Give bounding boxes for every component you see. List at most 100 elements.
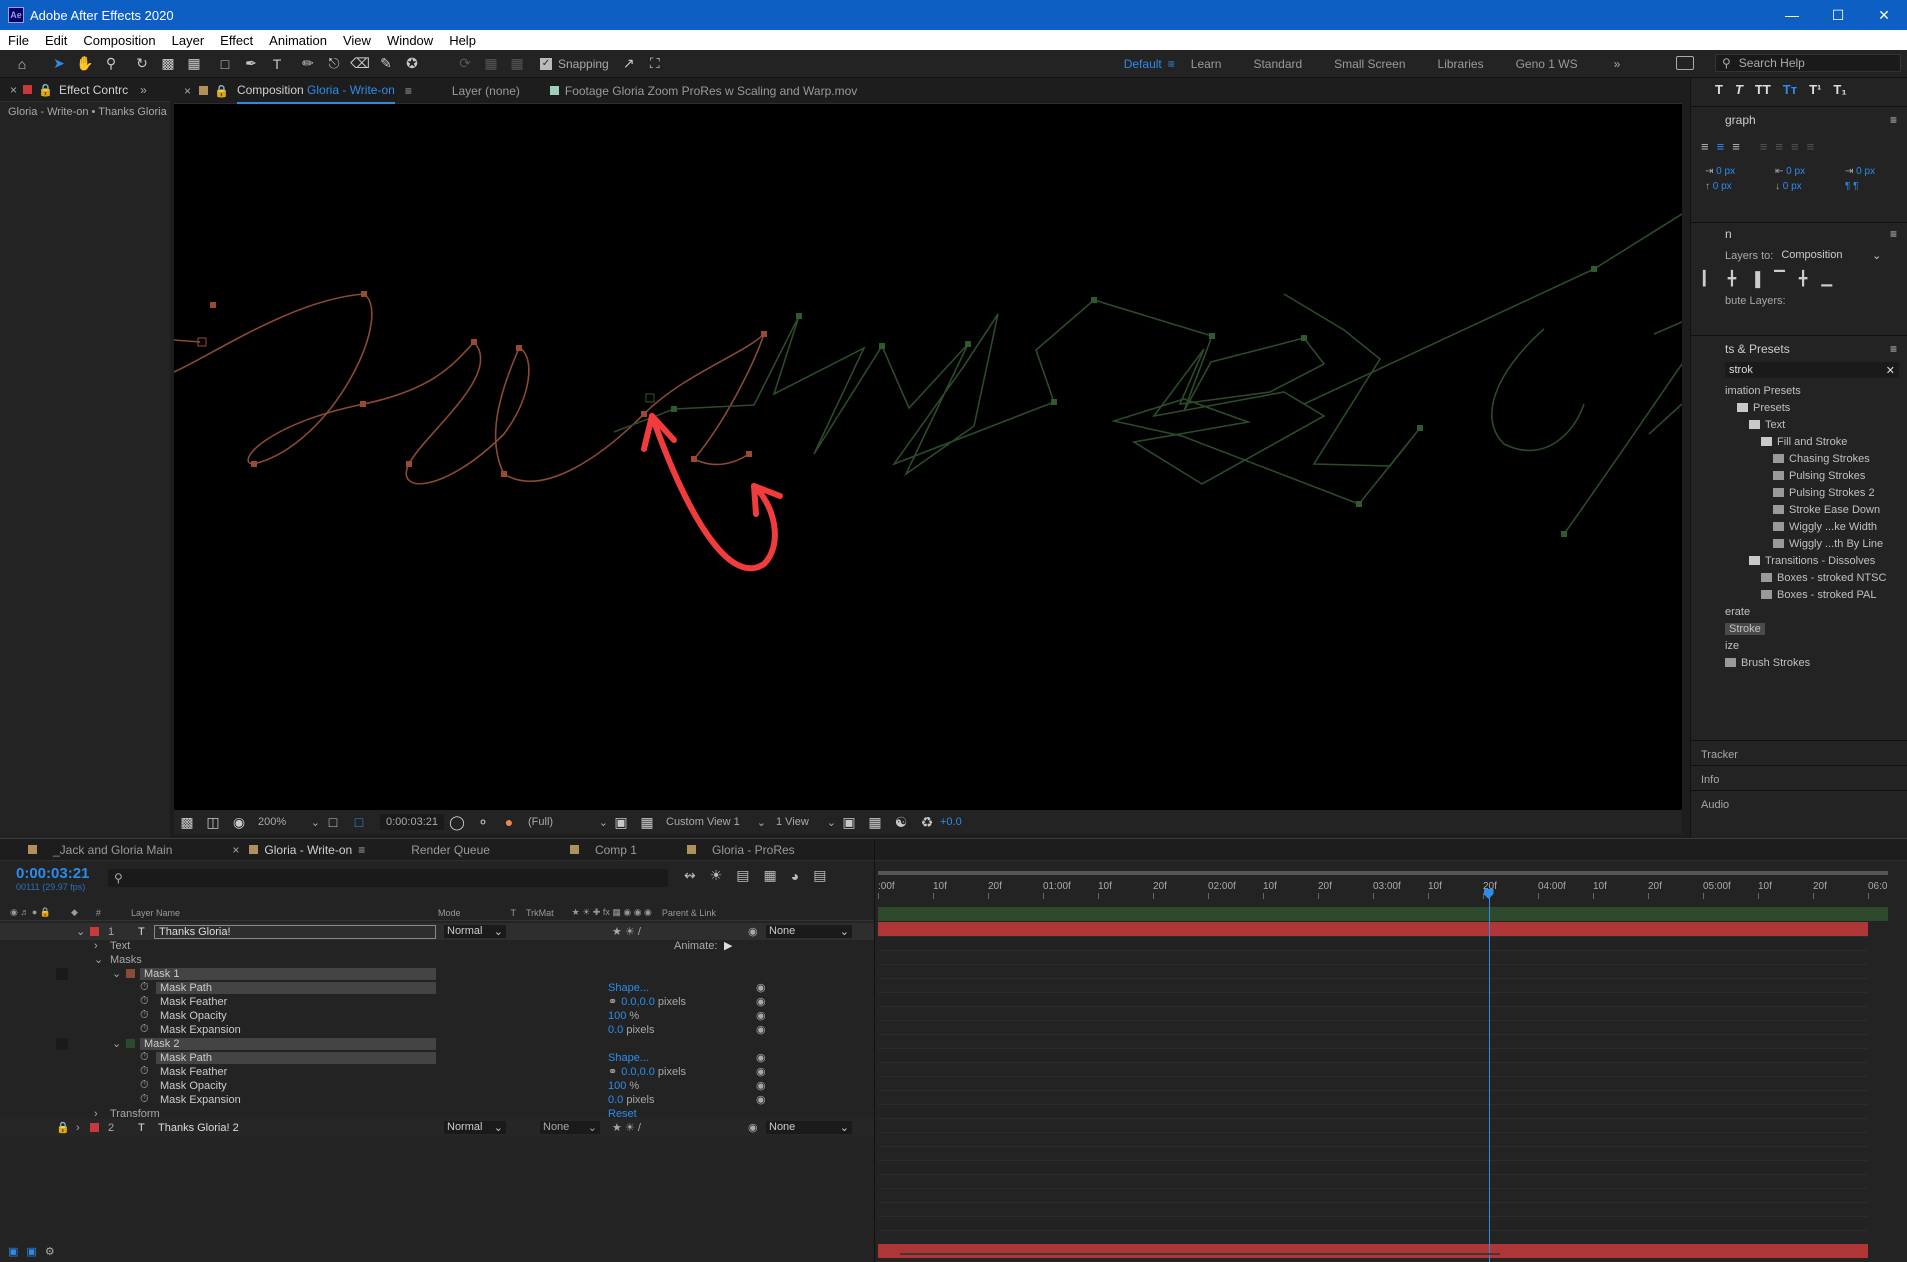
menu-edit[interactable]: Edit bbox=[37, 33, 75, 48]
subscript-icon[interactable]: T₁ bbox=[1833, 82, 1846, 97]
mask-visibility-box[interactable] bbox=[56, 967, 68, 980]
flowchart-icon[interactable]: ☯ bbox=[891, 812, 911, 832]
lock-icon[interactable]: 🔒 bbox=[38, 83, 53, 97]
lock-icon[interactable]: 🔒 bbox=[56, 1121, 70, 1134]
zoom-slider[interactable] bbox=[900, 1253, 1500, 1255]
selection-tool-icon[interactable]: ➤ bbox=[49, 54, 69, 74]
tab-effect-controls[interactable]: Effect Contrc bbox=[59, 78, 128, 102]
tab-render-queue[interactable]: Render Queue bbox=[401, 838, 500, 862]
mask-visibility-icon[interactable]: ◉ bbox=[229, 812, 249, 832]
tab-footage[interactable]: Footage Gloria Zoom ProRes w Scaling and… bbox=[565, 79, 857, 103]
layer-2-duration-bar[interactable] bbox=[878, 1244, 1868, 1258]
mask-property-label[interactable]: Mask Feather bbox=[156, 1066, 436, 1078]
preset-tree-item[interactable]: Chasing Strokes bbox=[1725, 450, 1907, 467]
maximize-icon[interactable]: ☐ bbox=[1815, 7, 1861, 24]
mask-property-label[interactable]: Mask Feather bbox=[156, 996, 436, 1008]
workspace-small-screen[interactable]: Small Screen bbox=[1334, 57, 1405, 71]
preset-tree-item[interactable]: Presets bbox=[1725, 399, 1907, 416]
show-snapshot-icon[interactable]: ⚬ bbox=[473, 812, 493, 832]
clone-stamp-tool-icon[interactable]: ⎋ bbox=[324, 54, 344, 74]
view-axis-icon[interactable]: ▦ bbox=[507, 54, 527, 74]
preset-tree-item[interactable]: Brush Strokes bbox=[1725, 654, 1907, 671]
puppet-pin-tool-icon[interactable]: ✪ bbox=[402, 54, 422, 74]
draft-3d-icon[interactable]: ▦ bbox=[865, 812, 885, 832]
preset-tree-item[interactable]: Boxes - stroked PAL bbox=[1725, 586, 1907, 603]
mask-paths-canvas[interactable] bbox=[174, 104, 1682, 810]
snapshot-icon[interactable]: ◯ bbox=[447, 812, 467, 832]
align-left-icon[interactable]: ≡ bbox=[1701, 139, 1709, 154]
preset-tree-item[interactable]: erate bbox=[1725, 603, 1907, 620]
camera-tool-icon[interactable]: ▩ bbox=[158, 54, 178, 74]
layer-1-duration-bar[interactable] bbox=[878, 922, 1868, 936]
align-right-icon[interactable]: ≡ bbox=[1732, 139, 1740, 154]
justify-right-icon[interactable]: ≡ bbox=[1791, 139, 1799, 154]
snap-features-icon[interactable]: ⛶ bbox=[645, 54, 665, 74]
keyboard-shortcut-icon[interactable] bbox=[1676, 56, 1694, 70]
justify-center-icon[interactable]: ≡ bbox=[1775, 139, 1783, 154]
axis-mode-icon[interactable]: ⟳ bbox=[455, 54, 475, 74]
panel-menu-icon[interactable]: ≡ bbox=[1890, 342, 1897, 356]
audio-panel-header[interactable]: Audio bbox=[1691, 790, 1907, 815]
menu-layer[interactable]: Layer bbox=[164, 33, 213, 48]
3d-view-dropdown[interactable]: Custom View 1 ⌄ bbox=[666, 816, 766, 829]
switches-icons[interactable]: ★ ☀ ✚ fx ▦ ◉ ◉ ◉ bbox=[572, 907, 652, 918]
panel-overflow-icon[interactable]: » bbox=[140, 83, 147, 97]
align-left-edges-icon[interactable]: ▎ bbox=[1703, 270, 1714, 287]
snap-edges-icon[interactable]: ↗ bbox=[619, 54, 639, 74]
channel-icon[interactable]: ● bbox=[499, 812, 519, 832]
snapping-toggle[interactable]: ✓ Snapping bbox=[540, 57, 609, 71]
tab-gloria-prores[interactable]: Gloria - ProRes bbox=[702, 838, 805, 862]
column-parent[interactable]: Parent & Link bbox=[662, 908, 716, 918]
blend-mode-dropdown[interactable]: Normal ⌄ bbox=[444, 1121, 506, 1134]
graph-editor-icon[interactable]: ▤ bbox=[813, 867, 826, 884]
preset-tree-item[interactable]: Transitions - Dissolves bbox=[1725, 552, 1907, 569]
workspace-libraries[interactable]: Libraries bbox=[1438, 57, 1484, 71]
exposure-value[interactable]: +0.0 bbox=[940, 816, 962, 828]
current-time-indicator[interactable] bbox=[1483, 889, 1494, 1262]
workspace-menu-icon[interactable]: ≡ bbox=[1168, 57, 1175, 71]
workspace-standard[interactable]: Standard bbox=[1253, 57, 1302, 71]
fit-icon[interactable]: □ bbox=[323, 812, 343, 832]
menu-composition[interactable]: Composition bbox=[75, 33, 163, 48]
preset-tree-item[interactable]: Stroke bbox=[1725, 620, 1907, 637]
zoom-tool-icon[interactable]: ⚲ bbox=[101, 54, 121, 74]
fast-previews-icon[interactable]: ▣ bbox=[611, 812, 631, 832]
tab-composition[interactable]: Composition Gloria - Write-on bbox=[236, 78, 395, 104]
mask-property-value[interactable]: 100 bbox=[608, 1080, 626, 1092]
resolution-dropdown[interactable]: (Full) ⌄ bbox=[528, 816, 608, 829]
twirl-icon[interactable]: › bbox=[94, 1108, 98, 1120]
timeline-timecode[interactable]: 0:00:03:21 00111 (29.97 fps) bbox=[16, 865, 89, 892]
align-horizontal-centers-icon[interactable]: ╋ bbox=[1728, 270, 1736, 287]
comp-mini-flowchart-icon[interactable]: ↭ bbox=[684, 867, 696, 884]
justify-all-icon[interactable]: ≡ bbox=[1807, 139, 1815, 154]
parent-dropdown[interactable]: None ⌄ bbox=[766, 1121, 852, 1134]
align-top-edges-icon[interactable]: ▔ bbox=[1774, 270, 1785, 287]
workspace-default[interactable]: Default bbox=[1124, 57, 1162, 71]
effects-search-input[interactable]: strok ✕ bbox=[1725, 362, 1899, 378]
align-center-icon[interactable]: ≡ bbox=[1717, 139, 1725, 154]
minimize-icon[interactable]: — bbox=[1769, 7, 1815, 23]
transfer-controls-toggle-icon[interactable]: ▣ bbox=[26, 1245, 36, 1258]
tab-comp-1[interactable]: Comp 1 bbox=[585, 838, 647, 862]
mask-property-value[interactable]: Shape... bbox=[608, 1052, 649, 1064]
trkmat-dropdown[interactable]: None ⌄ bbox=[540, 1121, 600, 1134]
mask-2-vertices[interactable] bbox=[645, 266, 1597, 537]
toggle-pixel-aspect-icon[interactable]: ▣ bbox=[839, 812, 859, 832]
close-tab-icon[interactable]: × bbox=[232, 843, 239, 857]
tab-menu-icon[interactable]: ≡ bbox=[358, 843, 365, 857]
twirl-icon[interactable]: › bbox=[76, 1122, 80, 1134]
magnification-dropdown[interactable]: 200% ⌄ bbox=[258, 816, 320, 829]
view-layout-dropdown[interactable]: 1 View ⌄ bbox=[776, 816, 836, 829]
info-panel-header[interactable]: Info bbox=[1691, 765, 1907, 790]
preset-tree-item[interactable]: Wiggly ...th By Line bbox=[1725, 535, 1907, 552]
mask-name[interactable]: Mask 1 bbox=[140, 967, 436, 980]
column-trkmat[interactable]: TrkMat bbox=[526, 908, 554, 918]
time-ruler[interactable]: :00f 10f 20f 01:00f 10f 20f 02:00f 10f 20f 03:00f… bbox=[878, 879, 1888, 899]
space-after-field[interactable]: ↓ 0 px bbox=[1775, 181, 1845, 192]
time-navigator[interactable] bbox=[878, 907, 1888, 921]
close-icon[interactable]: ✕ bbox=[1861, 7, 1907, 24]
more-workspaces-icon[interactable]: » bbox=[1614, 57, 1621, 71]
mask-2-path[interactable] bbox=[613, 213, 1682, 535]
panel-menu-icon[interactable]: ≡ bbox=[1890, 227, 1897, 241]
preset-tree-item[interactable]: ize bbox=[1725, 637, 1907, 654]
